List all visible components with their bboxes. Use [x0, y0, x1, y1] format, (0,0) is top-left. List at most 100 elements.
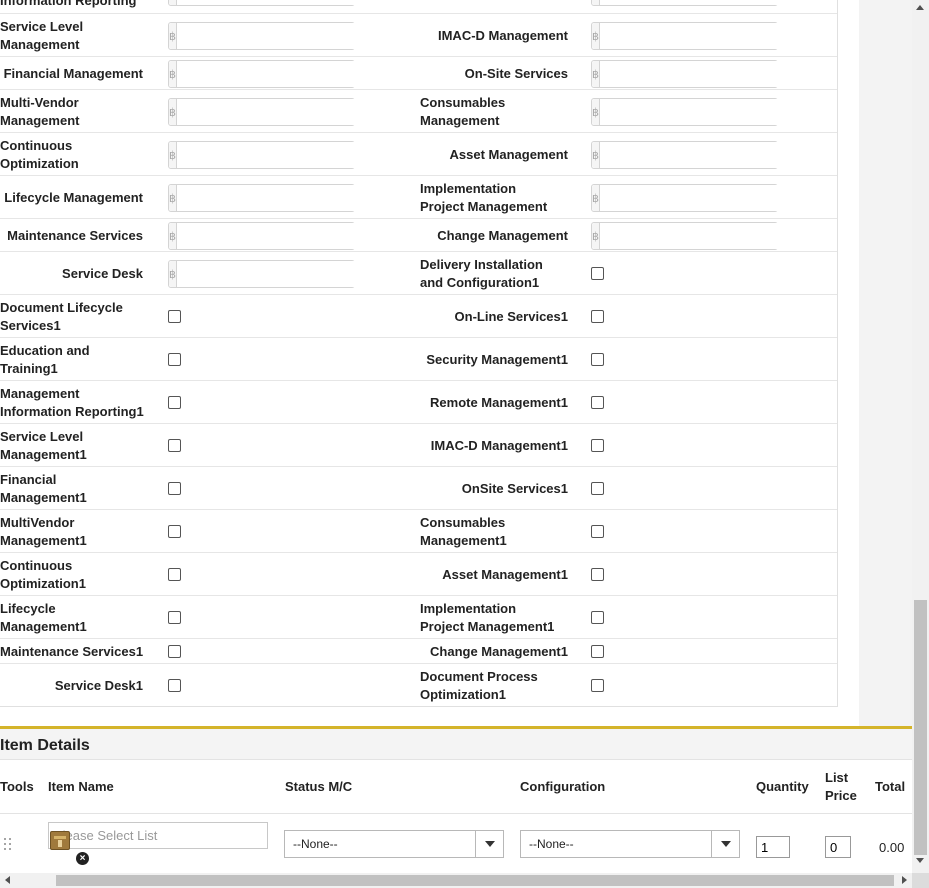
checkbox-onsite-services1[interactable] — [591, 482, 604, 495]
checkbox-delivery-installation-and-configuration1[interactable] — [591, 267, 604, 280]
currency-field-lifecycle-management[interactable]: ฿ — [168, 184, 365, 212]
chevron-down-icon[interactable] — [711, 831, 739, 857]
clear-icon[interactable]: × — [76, 852, 89, 865]
form-row: Maintenance Services1 Change Management1 — [0, 639, 837, 664]
checkbox-implementation-project-management1[interactable] — [591, 611, 604, 624]
checkbox-management-information-reporting1[interactable] — [168, 396, 181, 409]
currency-symbol: ฿ — [169, 142, 177, 168]
currency-symbol: ฿ — [169, 23, 177, 49]
scroll-down-arrow-icon[interactable] — [916, 858, 924, 863]
currency-input[interactable] — [600, 23, 788, 49]
checkbox-change-management1[interactable] — [591, 645, 604, 658]
field-label-document-lifecycle-services1: Document Lifecycle Services1 — [0, 300, 123, 333]
horizontal-scrollbar[interactable] — [0, 873, 912, 888]
checkbox-financial-management1[interactable] — [168, 482, 181, 495]
drag-handle-icon[interactable] — [4, 838, 14, 852]
column-header-tools: Tools — [0, 779, 34, 794]
currency-symbol: ฿ — [169, 61, 177, 87]
checkbox-imac-d-management1[interactable] — [591, 439, 604, 452]
currency-field-multi-vendor-management[interactable]: ฿ — [168, 98, 365, 126]
currency-input[interactable] — [177, 185, 365, 211]
currency-field-financial-management[interactable]: ฿ — [168, 60, 365, 88]
currency-input[interactable] — [177, 0, 365, 5]
currency-field-consumables-management[interactable]: ฿ — [591, 98, 788, 126]
currency-symbol: ฿ — [592, 99, 600, 125]
currency-field-on-site-services[interactable]: ฿ — [591, 60, 788, 88]
status-select[interactable]: --None-- — [284, 830, 504, 858]
currency-field-maintenance-services[interactable]: ฿ — [168, 222, 365, 250]
scroll-left-arrow-icon[interactable] — [5, 876, 10, 884]
scroll-right-arrow-icon[interactable] — [902, 876, 907, 884]
field-label-asset-management: Asset Management — [449, 147, 568, 162]
checkbox-maintenance-services1[interactable] — [168, 645, 181, 658]
currency-input[interactable] — [600, 142, 788, 168]
configuration-select[interactable]: --None-- — [520, 830, 740, 858]
form-row: Service Level Management1 IMAC-D Manageme… — [0, 424, 837, 467]
field-label-service-desk1: Service Desk1 — [54, 678, 143, 693]
checkbox-on-line-services1[interactable] — [591, 310, 604, 323]
currency-input[interactable] — [177, 261, 365, 287]
scroll-up-arrow-icon[interactable] — [916, 5, 924, 10]
checkbox-remote-management1[interactable] — [591, 396, 604, 409]
checkbox-document-lifecycle-services1[interactable] — [168, 310, 181, 323]
currency-symbol: ฿ — [169, 261, 177, 287]
currency-field-implementation-project-management[interactable]: ฿ — [591, 184, 788, 212]
horizontal-scroll-thumb[interactable] — [56, 875, 894, 886]
currency-symbol: ฿ — [169, 0, 177, 5]
currency-input[interactable] — [177, 223, 365, 249]
item-details-title: Item Details — [0, 737, 90, 754]
quantity-input[interactable] — [756, 836, 790, 858]
currency-field-continuous-optimization[interactable]: ฿ — [168, 141, 365, 169]
item-name-input[interactable] — [48, 822, 268, 849]
vertical-scrollbar[interactable] — [912, 0, 929, 873]
list-price-input[interactable] — [825, 836, 851, 858]
currency-input[interactable] — [177, 23, 365, 49]
currency-symbol: ฿ — [169, 99, 177, 125]
currency-field-asset-management[interactable]: ฿ — [591, 141, 788, 169]
field-label-financial-management: Financial Management — [3, 66, 143, 81]
checkbox-document-process-optimization1[interactable] — [591, 679, 604, 692]
checkbox-education-and-training1[interactable] — [168, 353, 181, 366]
currency-field-remote-management[interactable]: ฿ — [591, 0, 788, 6]
currency-field-service-desk[interactable]: ฿ — [168, 260, 365, 288]
currency-input[interactable] — [600, 99, 788, 125]
currency-input[interactable] — [600, 0, 788, 5]
field-label-on-line-services1: On-Line Services1 — [454, 309, 568, 324]
checkbox-continuous-optimization1[interactable] — [168, 568, 181, 581]
currency-field-imac-d-management[interactable]: ฿ — [591, 22, 788, 50]
field-label-imac-d-management1: IMAC-D Management1 — [430, 438, 568, 453]
form-row: Lifecycle Management ฿ Implementation Proj… — [0, 176, 837, 219]
checkbox-asset-management1[interactable] — [591, 568, 604, 581]
field-label-continuous-optimization: Continuous Optimization — [0, 138, 79, 171]
form-row: Service Level Management ฿ IMAC-D Manageme… — [0, 14, 837, 57]
checkbox-service-level-management1[interactable] — [168, 439, 181, 452]
product-lookup-icon[interactable] — [50, 831, 70, 850]
currency-field-service-level-management[interactable]: ฿ — [168, 22, 365, 50]
vertical-scroll-thumb[interactable] — [914, 600, 927, 855]
field-label-maintenance-services1: Maintenance Services1 — [0, 644, 144, 659]
currency-input[interactable] — [600, 61, 788, 87]
currency-input[interactable] — [600, 223, 788, 249]
checkbox-service-desk1[interactable] — [168, 679, 181, 692]
currency-input[interactable] — [177, 142, 365, 168]
checkbox-consumables-management1[interactable] — [591, 525, 604, 538]
field-label-service-level-management: Service Level Management — [0, 19, 84, 52]
field-label-security-management1: Security Management1 — [426, 352, 568, 367]
currency-input[interactable] — [177, 99, 365, 125]
item-details-section: Item Details Tools Item Name Status M/C … — [0, 726, 912, 873]
field-label-implementation-project-management1: Implementation Project Management1 — [420, 601, 555, 634]
checkbox-security-management1[interactable] — [591, 353, 604, 366]
field-label-onsite-services1: OnSite Services1 — [461, 481, 568, 496]
checkbox-lifecycle-management1[interactable] — [168, 611, 181, 624]
item-details-header: Item Details — [0, 729, 912, 760]
currency-field-information-reporting[interactable]: ฿ — [168, 0, 365, 6]
checkbox-multivendor-management1[interactable] — [168, 525, 181, 538]
currency-input[interactable] — [600, 185, 788, 211]
header-divider — [0, 813, 912, 814]
currency-field-change-management[interactable]: ฿ — [591, 222, 788, 250]
chevron-down-icon[interactable] — [475, 831, 503, 857]
field-label-continuous-optimization1: Continuous Optimization1 — [0, 558, 86, 591]
currency-input[interactable] — [177, 61, 365, 87]
column-header-status: Status M/C — [285, 779, 353, 794]
field-label-multi-vendor-management: Multi-Vendor Management — [0, 95, 80, 128]
